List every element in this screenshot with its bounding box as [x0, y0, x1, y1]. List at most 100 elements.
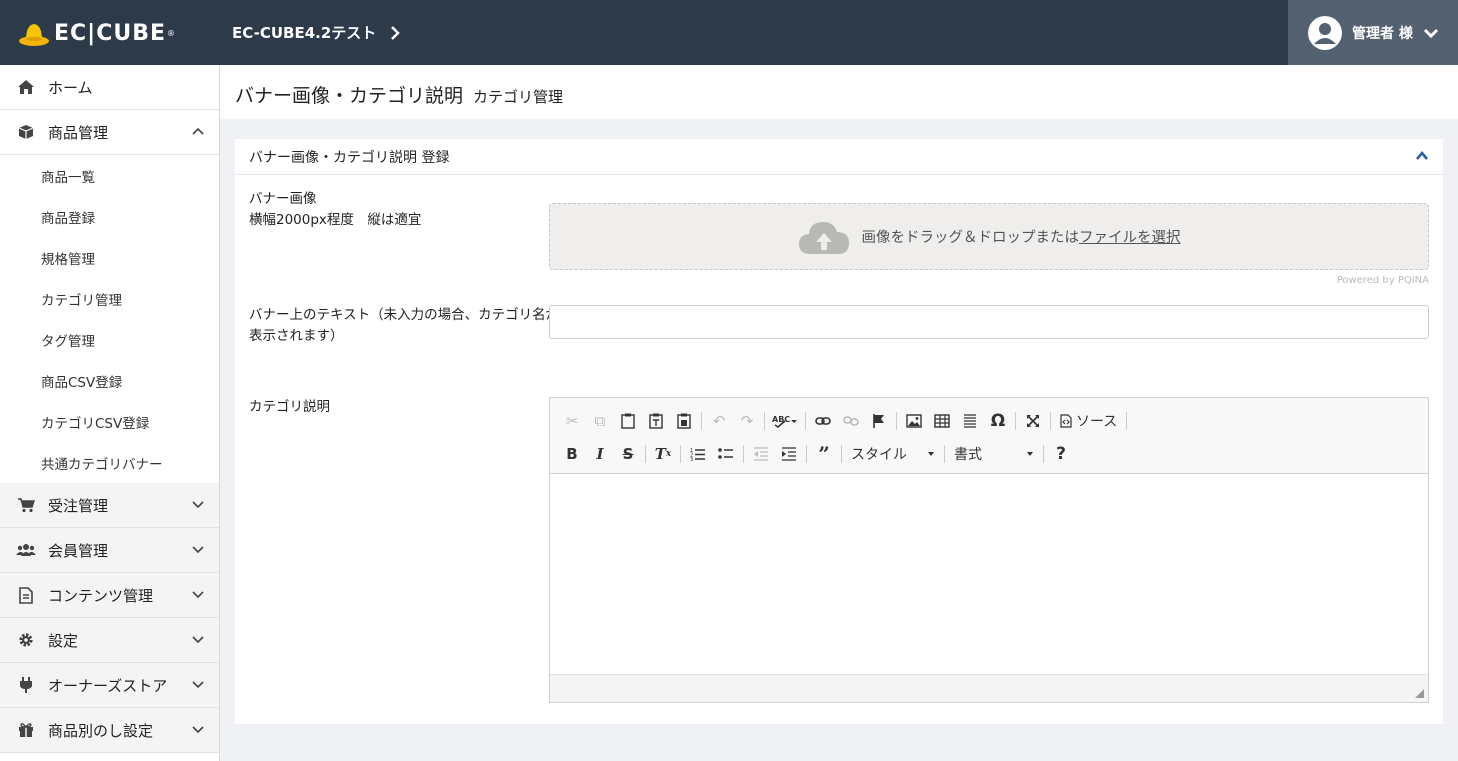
- page-subtitle: カテゴリ管理: [473, 88, 564, 106]
- image-dropzone[interactable]: 画像をドラッグ＆ドロップまたはファイルを選択: [549, 203, 1429, 270]
- numbered-list-icon[interactable]: 123: [684, 441, 712, 467]
- sidebar-item-settings[interactable]: 設定: [0, 618, 219, 663]
- cut-icon[interactable]: ✂: [558, 408, 586, 434]
- outdent-icon[interactable]: [747, 441, 775, 467]
- remove-format-icon[interactable]: Tx: [649, 441, 677, 467]
- ec-cube-logo[interactable]: EC|CUBE ®: [18, 18, 175, 48]
- powered-by-text[interactable]: Powered by PQINA: [1337, 275, 1429, 286]
- toolbar-separator: [701, 411, 702, 430]
- link-icon[interactable]: [809, 408, 837, 434]
- svg-text:3: 3: [690, 457, 693, 461]
- sidebar-item-label: 商品別のし設定: [48, 721, 154, 740]
- horizontal-rule-icon[interactable]: [956, 408, 984, 434]
- submenu-category-csv[interactable]: カテゴリCSV登録: [0, 401, 219, 442]
- chevron-down-icon: [192, 681, 204, 689]
- toolbar-separator: [1126, 411, 1128, 430]
- paste-icon[interactable]: [614, 408, 642, 434]
- submenu-product-list[interactable]: 商品一覧: [0, 155, 219, 196]
- editor-content-area[interactable]: [550, 474, 1428, 674]
- register-card: バナー画像・カテゴリ説明 登録 バナー画像 横幅2000px程度 縦は適宜 画像…: [235, 139, 1443, 724]
- sidebar-item-members[interactable]: 会員管理: [0, 528, 219, 573]
- unlink-icon[interactable]: [837, 408, 865, 434]
- spellcheck-icon[interactable]: ABC: [768, 408, 802, 434]
- sidebar-item-label: 受注管理: [48, 496, 109, 515]
- chevron-down-icon: [192, 501, 204, 509]
- editor-toolbar: ✂ ⧉ ↶ ↷ ABC Ω ソース B I S T x 1 2 3 ” スタイル…: [550, 398, 1428, 474]
- special-char-icon[interactable]: Ω: [984, 408, 1012, 434]
- table-icon[interactable]: [928, 408, 956, 434]
- bold-icon[interactable]: B: [558, 441, 586, 467]
- gift-icon: [16, 720, 36, 740]
- bulleted-list-icon[interactable]: [712, 441, 740, 467]
- sidebar-collapsed-group: 受注管理 会員管理 コンテンツ管理 設定 オーナーズストア 商品別のし設定: [0, 483, 219, 753]
- sidebar-item-products[interactable]: 商品管理: [0, 110, 219, 155]
- products-submenu: 商品一覧 商品登録 規格管理 カテゴリ管理 タグ管理 商品CSV登録 カテゴリC…: [0, 155, 219, 483]
- sidebar-item-label: 設定: [48, 631, 79, 650]
- banner-label-line2: 横幅2000px程度 縦は適宜: [249, 212, 422, 228]
- submenu-tag-management[interactable]: タグ管理: [0, 319, 219, 360]
- resize-grip-icon[interactable]: [1415, 689, 1424, 698]
- card-title: バナー画像・カテゴリ説明 登録: [249, 149, 450, 166]
- maximize-icon[interactable]: [1019, 408, 1047, 434]
- format-dropdown[interactable]: 書式: [948, 441, 1040, 467]
- sidebar: ホーム 商品管理 商品一覧 商品登録 規格管理 カテゴリ管理 タグ管理 商品CS…: [0, 65, 220, 761]
- collapse-caret-icon[interactable]: [1415, 149, 1429, 163]
- style-dropdown[interactable]: スタイル: [845, 441, 941, 467]
- description-label: カテゴリ説明: [249, 399, 330, 415]
- undo-icon[interactable]: ↶: [705, 408, 733, 434]
- sidebar-item-home[interactable]: ホーム: [0, 65, 219, 110]
- dropdown-arrow-icon: [928, 451, 934, 456]
- image-icon[interactable]: [900, 408, 928, 434]
- user-name: 管理者 様: [1352, 25, 1413, 42]
- blockquote-icon[interactable]: ”: [810, 441, 838, 467]
- card-header[interactable]: バナー画像・カテゴリ説明 登録: [235, 139, 1443, 175]
- chevron-down-icon: [1423, 28, 1438, 38]
- redo-icon[interactable]: ↷: [733, 408, 761, 434]
- toolbar-separator: [944, 444, 945, 463]
- page-title: バナー画像・カテゴリ説明: [235, 85, 464, 107]
- submenu-category-management[interactable]: カテゴリ管理: [0, 278, 219, 319]
- paste-word-icon[interactable]: [670, 408, 698, 434]
- paste-text-icon[interactable]: [642, 408, 670, 434]
- toolbar-separator: [1043, 444, 1044, 463]
- chevron-down-icon: [192, 546, 204, 554]
- sidebar-item-owners-store[interactable]: オーナーズストア: [0, 663, 219, 708]
- submenu-common-category-banner[interactable]: 共通カテゴリバナー: [0, 442, 219, 483]
- toolbar-row-2: B I S Tx 123 ” スタイル 書式 ?: [558, 437, 1420, 470]
- dropzone-instruction: 画像をドラッグ＆ドロップまたは: [861, 230, 1080, 246]
- toolbar-separator: [1050, 411, 1051, 430]
- sidebar-item-noshi[interactable]: 商品別のし設定: [0, 708, 219, 753]
- shop-name-link[interactable]: EC-CUBE4.2テスト: [232, 22, 401, 43]
- sidebar-item-orders[interactable]: 受注管理: [0, 483, 219, 528]
- copy-icon[interactable]: ⧉: [586, 408, 614, 434]
- toolbar-separator: [806, 444, 807, 463]
- cart-icon: [16, 495, 36, 515]
- chevron-down-icon: [192, 726, 204, 734]
- banner-image-label: バナー画像 横幅2000px程度 縦は適宜: [249, 189, 421, 231]
- toolbar-separator: [743, 444, 744, 463]
- banner-text-input[interactable]: [549, 305, 1429, 339]
- indent-icon[interactable]: [775, 441, 803, 467]
- toolbar-row-1: ✂ ⧉ ↶ ↷ ABC Ω ソース: [558, 404, 1420, 437]
- sidebar-item-contents[interactable]: コンテンツ管理: [0, 573, 219, 618]
- main-content: バナー画像・カテゴリ説明 カテゴリ管理 バナー画像・カテゴリ説明 登録 バナー画…: [220, 65, 1458, 761]
- italic-icon[interactable]: I: [586, 441, 614, 467]
- select-file-link[interactable]: ファイルを選択: [1079, 230, 1181, 246]
- user-menu[interactable]: 管理者 様: [1288, 0, 1458, 65]
- banner-text-label-line2: 表示されます）: [249, 328, 344, 344]
- toolbar-separator: [680, 444, 681, 463]
- sidebar-item-label: コンテンツ管理: [48, 586, 154, 605]
- toolbar-separator: [764, 411, 765, 430]
- rich-text-editor: ✂ ⧉ ↶ ↷ ABC Ω ソース B I S T x 1 2 3 ” スタイル…: [549, 397, 1429, 703]
- sidebar-item-label: 商品管理: [48, 123, 109, 142]
- dropzone-text: 画像をドラッグ＆ドロップまたはファイルを選択: [862, 226, 1181, 247]
- source-button[interactable]: ソース: [1054, 408, 1123, 434]
- anchor-flag-icon[interactable]: [865, 408, 893, 434]
- submenu-class-management[interactable]: 規格管理: [0, 237, 219, 278]
- help-icon[interactable]: ?: [1047, 441, 1075, 467]
- submenu-product-csv[interactable]: 商品CSV登録: [0, 360, 219, 401]
- hat-logo-icon: [18, 19, 50, 47]
- banner-label-line1: バナー画像: [249, 191, 317, 207]
- submenu-product-register[interactable]: 商品登録: [0, 196, 219, 237]
- strikethrough-icon[interactable]: S: [614, 441, 642, 467]
